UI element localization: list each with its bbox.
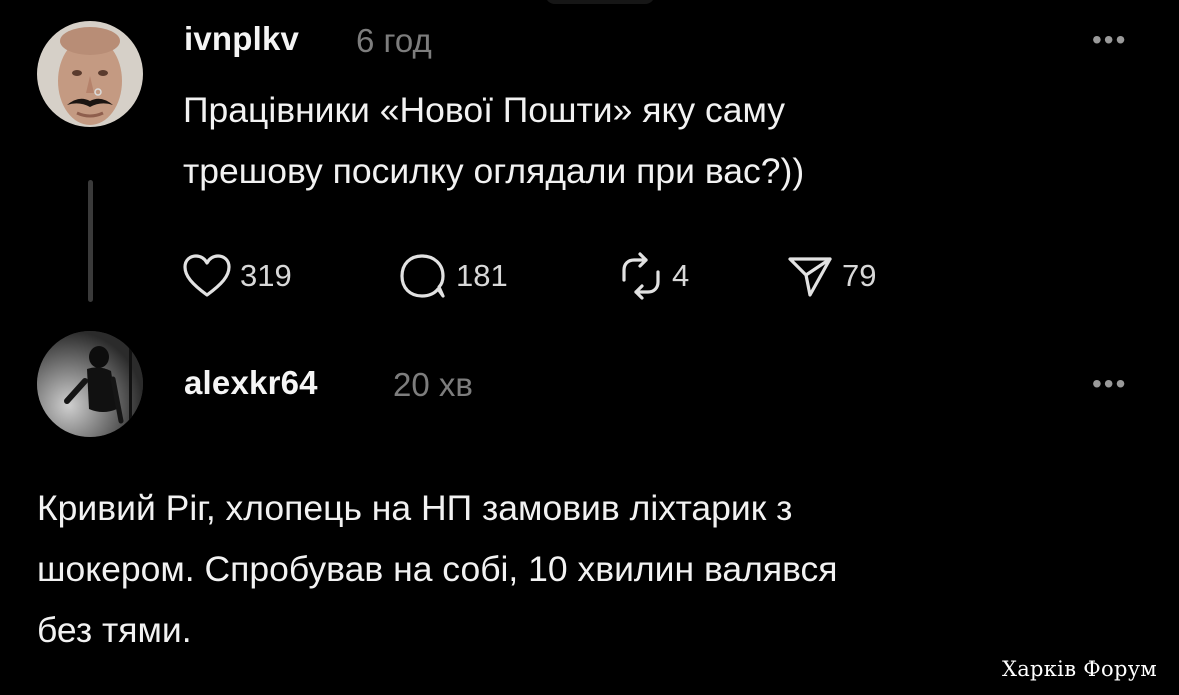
ellipsis-icon: •••: [1092, 24, 1128, 55]
more-options-button[interactable]: •••: [1092, 24, 1127, 56]
username[interactable]: alexkr64: [184, 364, 318, 402]
comment-count: 181: [456, 258, 508, 293]
post-text-line: Кривий Ріг, хлопець на НП замовив ліхтар…: [37, 488, 793, 528]
comment-button[interactable]: 181: [398, 248, 508, 304]
more-options-button[interactable]: •••: [1092, 368, 1127, 400]
avatar[interactable]: [37, 21, 143, 127]
post-timestamp: 6 год: [356, 22, 432, 59]
watermark-text: Харків Форум: [1001, 657, 1157, 681]
avatar-photo-image: [37, 331, 143, 437]
repost-button[interactable]: 4: [618, 248, 689, 304]
share-button[interactable]: 79: [786, 248, 876, 304]
post-text: Кривий Ріг, хлопець на НП замовив ліхтар…: [37, 478, 838, 661]
like-count: 319: [240, 258, 292, 293]
send-icon: [788, 257, 832, 297]
share-count: 79: [842, 258, 877, 293]
post-text-line: трешову посилку оглядали при вас?)): [183, 151, 805, 191]
post-text-line: шокером. Спробував на собі, 10 хвилин ва…: [37, 549, 838, 589]
post-text-line: Працівники «Нової Пошти» яку саму: [183, 90, 786, 130]
repost-icon: [622, 252, 660, 300]
username[interactable]: ivnplkv: [184, 20, 299, 58]
avatar[interactable]: [37, 331, 143, 437]
ellipsis-icon: •••: [1092, 368, 1128, 399]
thread-connector-line: [88, 180, 93, 302]
repost-count: 4: [672, 258, 690, 293]
like-button[interactable]: 319: [182, 248, 292, 304]
post-timestamp: 20 хв: [393, 366, 473, 403]
avatar-photo-image: [37, 21, 143, 127]
heart-icon: [183, 254, 231, 297]
post-text: Працівники «Нової Пошти» яку саму трешов…: [183, 80, 804, 202]
post-text-line: без тями.: [37, 610, 192, 650]
comment-bubble-icon: [400, 254, 445, 298]
status-bar-notch: [545, 0, 655, 4]
